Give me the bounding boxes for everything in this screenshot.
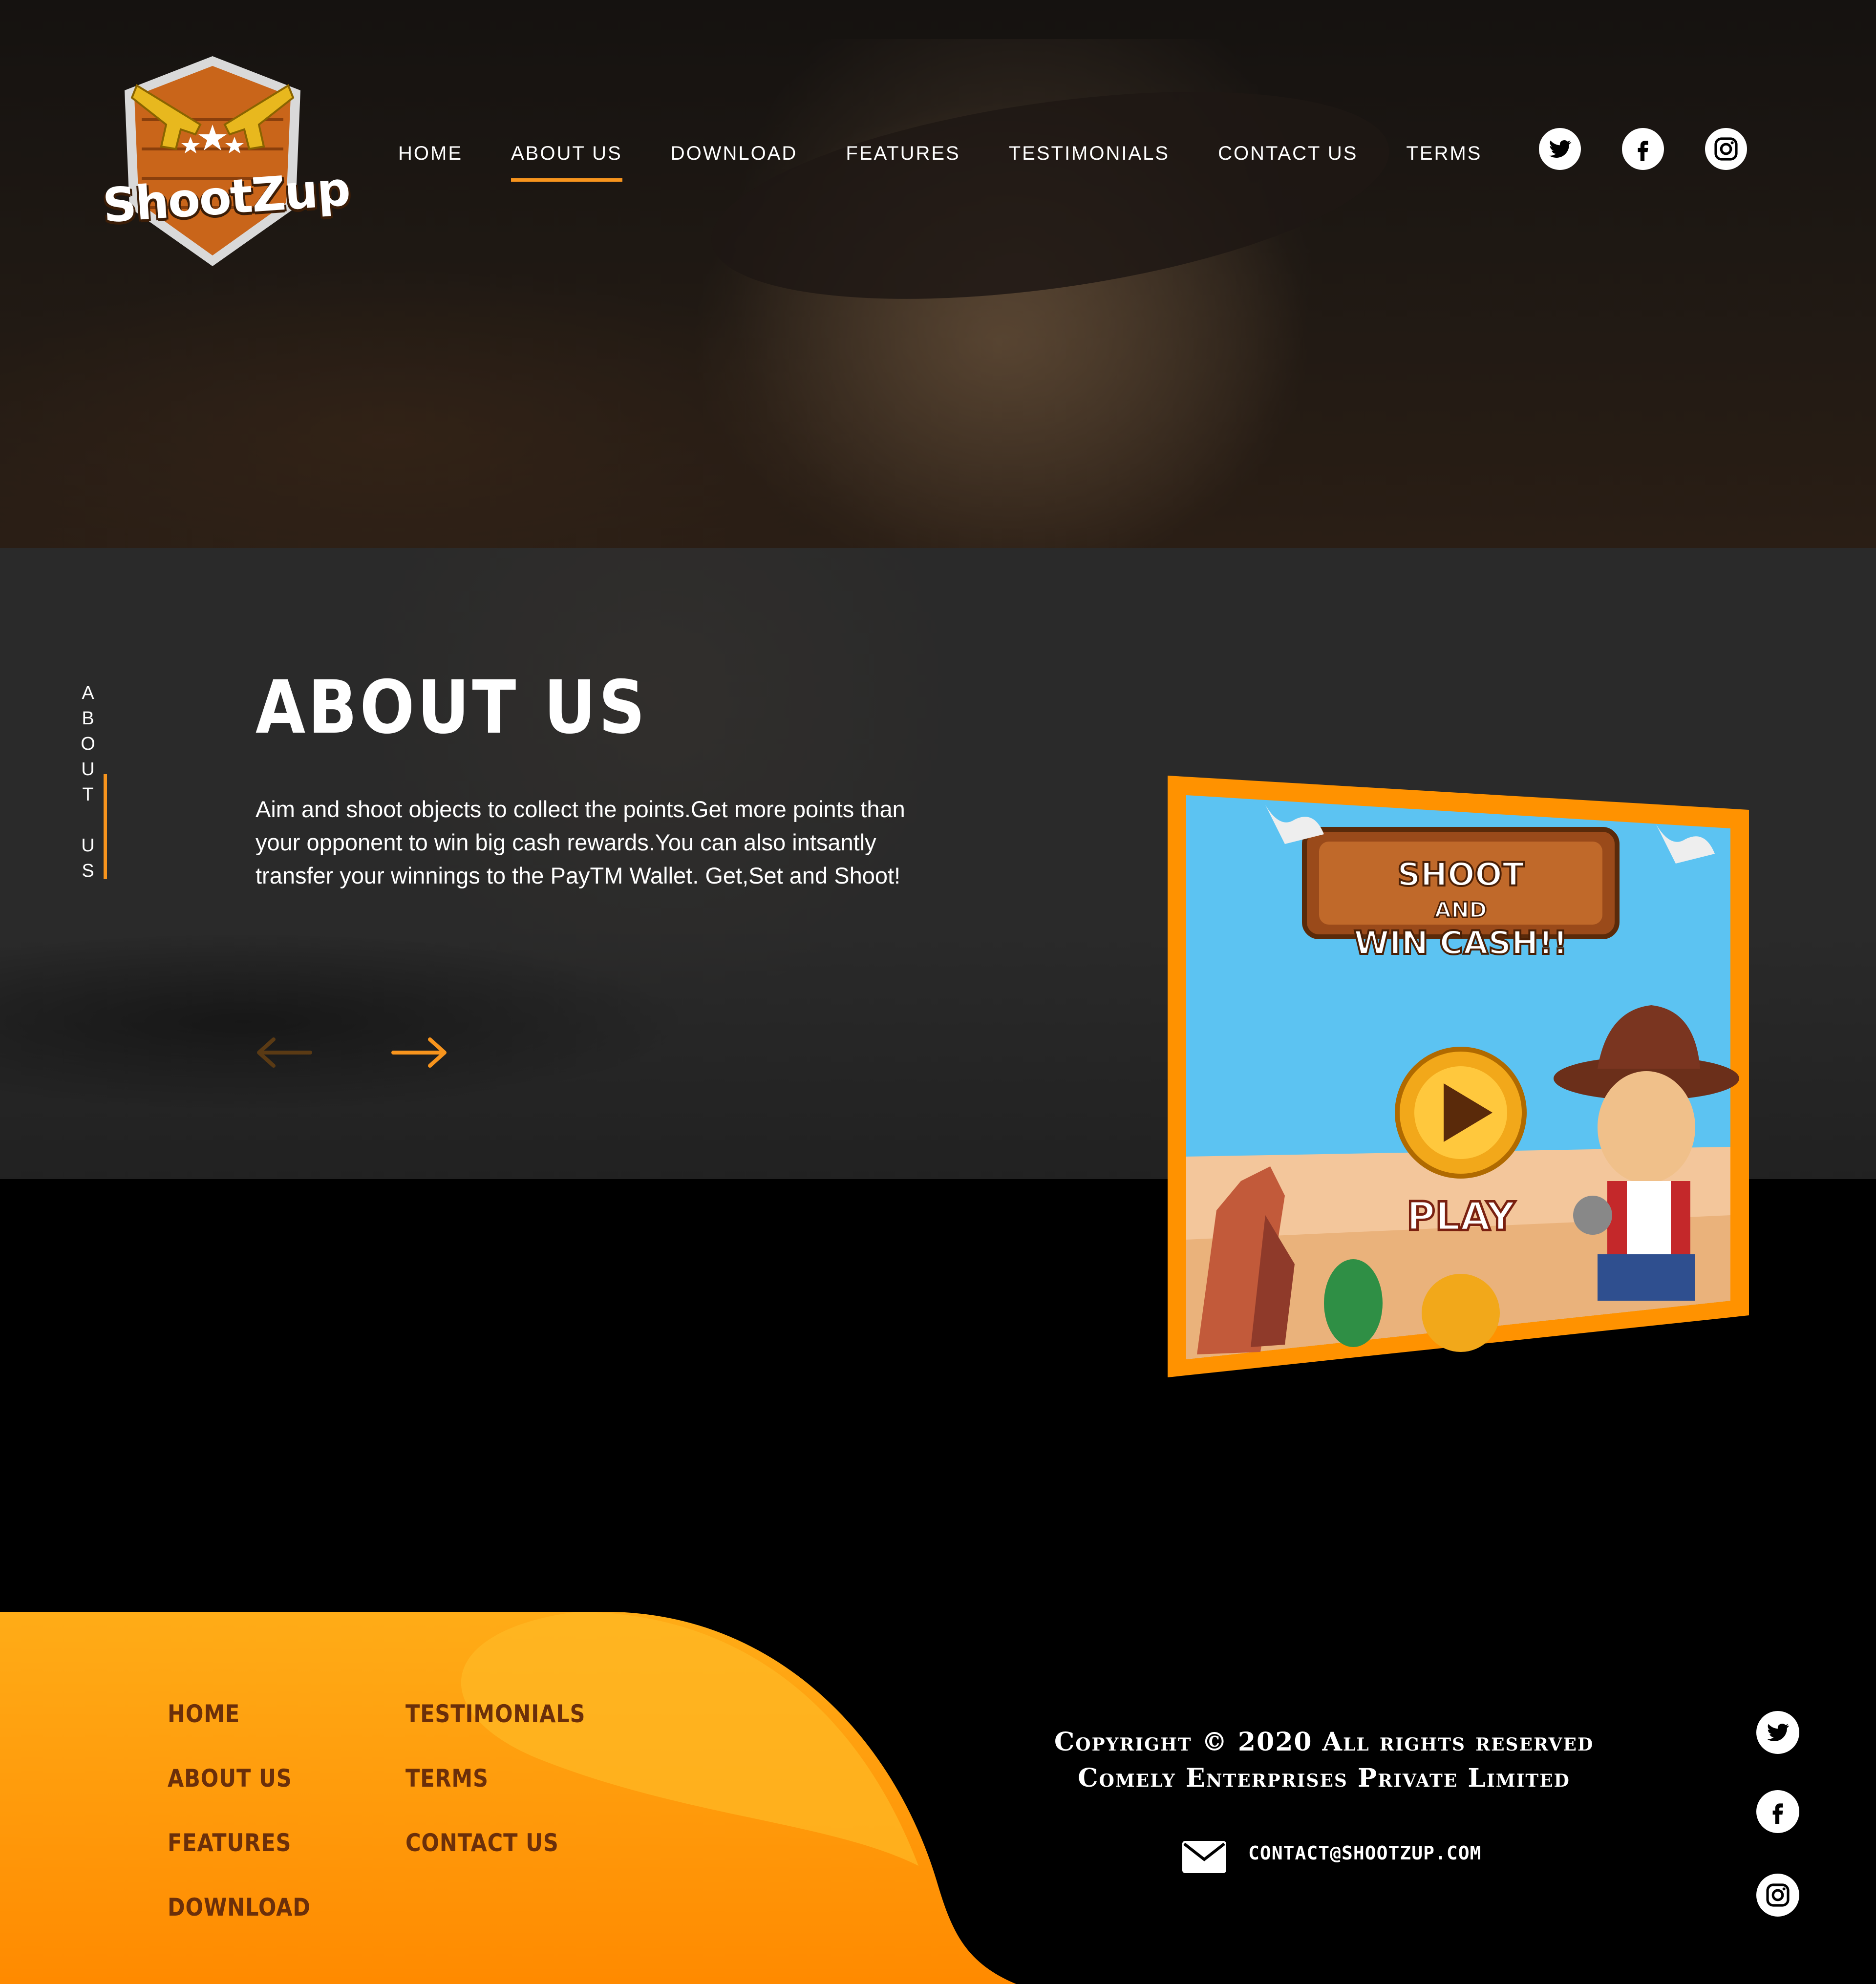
vertical-gap <box>78 807 98 833</box>
nav-contact-us[interactable]: CONTACT US <box>1218 143 1358 182</box>
footer <box>0 1612 1876 1984</box>
main-nav: HOME ABOUT US DOWNLOAD FEATURES TESTIMON… <box>398 143 1530 182</box>
vertical-letter: A <box>82 683 94 703</box>
vertical-section-label: A B O U T U S <box>78 680 98 884</box>
about-description: Aim and shoot objects to collect the poi… <box>256 796 905 888</box>
vertical-accent-bar <box>104 774 107 879</box>
nav-terms[interactable]: TERMS <box>1406 143 1482 182</box>
footer-orange-wave <box>0 1612 1016 1984</box>
logo-shield-icon <box>125 56 300 266</box>
mail-icon <box>1181 1840 1227 1874</box>
nav-home[interactable]: HOME <box>398 143 463 182</box>
vertical-letter: O <box>81 734 95 754</box>
twitter-icon[interactable] <box>1539 128 1581 170</box>
game-banner-line1: SHOOT <box>1397 856 1524 893</box>
vertical-letter: B <box>82 708 94 729</box>
game-screenshot: SHOOT AND WIN CASH!! PLAY <box>1168 776 1749 1377</box>
footer-link-about-us[interactable]: ABOUT US <box>168 1764 292 1793</box>
footer-facebook-icon[interactable] <box>1756 1790 1799 1833</box>
next-arrow-icon[interactable] <box>391 1035 449 1070</box>
footer-link-testimonials[interactable]: TESTIMONIALS <box>405 1700 585 1728</box>
vertical-letter: T <box>82 784 94 805</box>
nav-testimonials[interactable]: TESTIMONIALS <box>1009 143 1170 182</box>
footer-twitter-icon[interactable] <box>1756 1711 1799 1754</box>
copyright-text: Copyright © 2020 All rights reserved Com… <box>1006 1724 1642 1796</box>
game-play-label: PLAY <box>1407 1194 1515 1239</box>
nav-features[interactable]: FEATURES <box>846 143 960 182</box>
footer-link-features[interactable]: FEATURES <box>168 1829 291 1857</box>
nav-download[interactable]: DOWNLOAD <box>671 143 798 182</box>
footer-link-terms[interactable]: TERMS <box>405 1764 489 1793</box>
nav-about-us[interactable]: ABOUT US <box>511 143 622 182</box>
treeline-silhouette <box>0 929 1124 1115</box>
about-title: ABOUT US <box>256 665 648 750</box>
vertical-letter: U <box>81 759 95 780</box>
vertical-letter: S <box>82 861 94 881</box>
footer-link-download[interactable]: DOWNLOAD <box>168 1893 311 1921</box>
facebook-icon[interactable] <box>1622 128 1664 170</box>
footer-link-contact-us[interactable]: CONTACT US <box>405 1829 559 1857</box>
footer-instagram-icon[interactable] <box>1756 1874 1799 1917</box>
footer-link-home[interactable]: HOME <box>168 1700 240 1728</box>
header-social-links <box>1539 128 1788 170</box>
shootzup-logo[interactable]: ShootZup <box>101 51 351 276</box>
game-banner-line2: AND <box>1434 898 1487 923</box>
company-name: Comely Enterprises Private Limited <box>1078 1763 1570 1793</box>
contact-email-link[interactable]: contact@shootzup.com <box>1248 1842 1482 1864</box>
game-banner-line3: WIN CASH!! <box>1354 924 1568 962</box>
copyright-line: Copyright © 2020 All rights reserved <box>1054 1727 1594 1757</box>
prev-arrow-icon[interactable] <box>254 1035 313 1070</box>
game-screenshot-art: SHOOT AND WIN CASH!! PLAY <box>1168 776 1749 1377</box>
instagram-icon[interactable] <box>1705 128 1747 170</box>
vertical-letter: U <box>81 835 95 856</box>
